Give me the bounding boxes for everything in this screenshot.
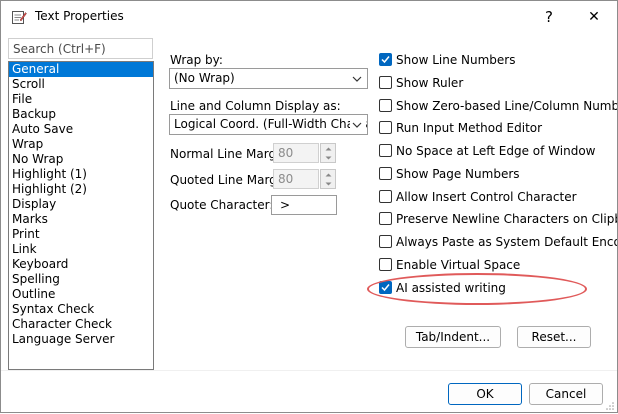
line-column-display-label: Line and Column Display as:: [170, 99, 341, 113]
checkbox-label: Show Page Numbers: [396, 167, 520, 181]
notepad-edit-icon: [11, 9, 27, 25]
checkbox-enable-virtual-space[interactable]: Enable Virtual Space: [379, 257, 617, 273]
checkbox-show-zero-based-line-column[interactable]: Show Zero-based Line/Column Number: [379, 98, 617, 114]
checkbox-label: Enable Virtual Space: [396, 258, 521, 272]
category-item-highlight-1[interactable]: Highlight (1): [9, 167, 153, 182]
wrap-by-value: (No Wrap): [174, 71, 235, 85]
checkbox-show-ruler[interactable]: Show Ruler: [379, 75, 617, 91]
checkbox-label: AI assisted writing: [396, 281, 506, 295]
category-item-no-wrap[interactable]: No Wrap: [9, 152, 153, 167]
title-bar[interactable]: Text Properties ? ✕: [1, 1, 617, 33]
checkbox-unchecked-icon[interactable]: [379, 144, 392, 157]
checkbox-label: Show Line Numbers: [396, 53, 516, 67]
category-item-print[interactable]: Print: [9, 227, 153, 242]
category-item-link[interactable]: Link: [9, 242, 153, 257]
chevron-down-icon: [350, 115, 364, 134]
checkbox-unchecked-icon[interactable]: [379, 167, 392, 180]
normal-line-margin-label: Normal Line Margin: [170, 147, 288, 161]
category-item-language-server[interactable]: Language Server: [9, 332, 153, 347]
normal-line-margin-input[interactable]: 80: [273, 143, 319, 163]
wrap-by-select[interactable]: (No Wrap): [169, 68, 368, 89]
resize-grip-icon[interactable]: [605, 400, 615, 410]
tab-indent-button[interactable]: Tab/Indent...: [405, 326, 501, 348]
checkbox-label: Allow Insert Control Character: [396, 190, 577, 204]
checkbox-checked-icon[interactable]: [379, 53, 392, 66]
checkbox-unchecked-icon[interactable]: [379, 235, 392, 248]
footer-separator: [1, 370, 617, 371]
category-item-spelling[interactable]: Spelling: [9, 272, 153, 287]
category-item-marks[interactable]: Marks: [9, 212, 153, 227]
checkbox-preserve-newline-clipboard[interactable]: Preserve Newline Characters on Clipboard: [379, 211, 617, 227]
checkbox-unchecked-icon[interactable]: [379, 99, 392, 112]
window-title: Text Properties: [35, 9, 124, 23]
spin-up-icon[interactable]: [321, 144, 335, 153]
checkbox-ai-assisted-writing[interactable]: AI assisted writing: [379, 280, 579, 296]
checkbox-label: Run Input Method Editor: [396, 121, 543, 135]
quoted-line-margin-label: Quoted Line Margin: [170, 173, 288, 187]
category-list[interactable]: General Scroll File Backup Auto Save Wra…: [8, 61, 154, 370]
category-item-general[interactable]: General: [9, 62, 153, 77]
category-item-character-check[interactable]: Character Check: [9, 317, 153, 332]
checkbox-unchecked-icon[interactable]: [379, 190, 392, 203]
quote-character-input[interactable]: >: [271, 195, 337, 215]
checkbox-allow-insert-control-character[interactable]: Allow Insert Control Character: [379, 189, 617, 205]
wrap-by-label: Wrap by:: [170, 53, 223, 67]
close-button[interactable]: ✕: [576, 3, 612, 31]
quoted-line-margin-input[interactable]: 80: [273, 169, 319, 189]
category-item-display[interactable]: Display: [9, 197, 153, 212]
checkbox-unchecked-icon[interactable]: [379, 76, 392, 89]
category-item-scroll[interactable]: Scroll: [9, 77, 153, 92]
spin-up-icon[interactable]: [321, 170, 335, 179]
category-item-outline[interactable]: Outline: [9, 287, 153, 302]
cancel-button[interactable]: Cancel: [529, 383, 603, 405]
line-column-display-value: Logical Coord. (Full-Width Char. a: [174, 117, 368, 131]
category-item-syntax-check[interactable]: Syntax Check: [9, 302, 153, 317]
search-input[interactable]: [8, 38, 153, 59]
text-properties-dialog: Text Properties ? ✕ General Scroll File …: [0, 0, 618, 413]
checkbox-unchecked-icon[interactable]: [379, 212, 392, 225]
checkbox-label: No Space at Left Edge of Window: [396, 144, 596, 158]
spin-down-icon[interactable]: [321, 179, 335, 188]
category-item-file[interactable]: File: [9, 92, 153, 107]
checkbox-unchecked-icon[interactable]: [379, 258, 392, 271]
category-item-keyboard[interactable]: Keyboard: [9, 257, 153, 272]
help-button[interactable]: ?: [533, 3, 565, 31]
category-item-highlight-2[interactable]: Highlight (2): [9, 182, 153, 197]
category-item-auto-save[interactable]: Auto Save: [9, 122, 153, 137]
category-item-wrap[interactable]: Wrap: [9, 137, 153, 152]
category-item-backup[interactable]: Backup: [9, 107, 153, 122]
checkbox-show-page-numbers[interactable]: Show Page Numbers: [379, 166, 617, 182]
checkbox-label: Show Ruler: [396, 76, 464, 90]
checkbox-label: Always Paste as System Default Encoding: [396, 235, 617, 249]
checkbox-unchecked-icon[interactable]: [379, 121, 392, 134]
checkbox-label: Show Zero-based Line/Column Number: [396, 99, 617, 113]
checkbox-show-line-numbers[interactable]: Show Line Numbers: [379, 52, 617, 68]
normal-line-margin-stepper[interactable]: [320, 143, 336, 163]
checkbox-label: Preserve Newline Characters on Clipboard: [396, 212, 617, 226]
chevron-down-icon: [350, 69, 364, 88]
reset-button[interactable]: Reset...: [517, 326, 591, 348]
checkbox-no-space-left-edge[interactable]: No Space at Left Edge of Window: [379, 143, 617, 159]
line-column-display-select[interactable]: Logical Coord. (Full-Width Char. a: [169, 114, 368, 135]
quoted-line-margin-stepper[interactable]: [320, 169, 336, 189]
spin-down-icon[interactable]: [321, 153, 335, 162]
checkbox-checked-icon[interactable]: [379, 281, 392, 294]
checkbox-always-paste-system-encoding[interactable]: Always Paste as System Default Encoding: [379, 234, 617, 250]
checkbox-run-input-method-editor[interactable]: Run Input Method Editor: [379, 120, 617, 136]
quote-character-label: Quote Character:: [170, 198, 274, 212]
ok-button[interactable]: OK: [448, 383, 522, 405]
